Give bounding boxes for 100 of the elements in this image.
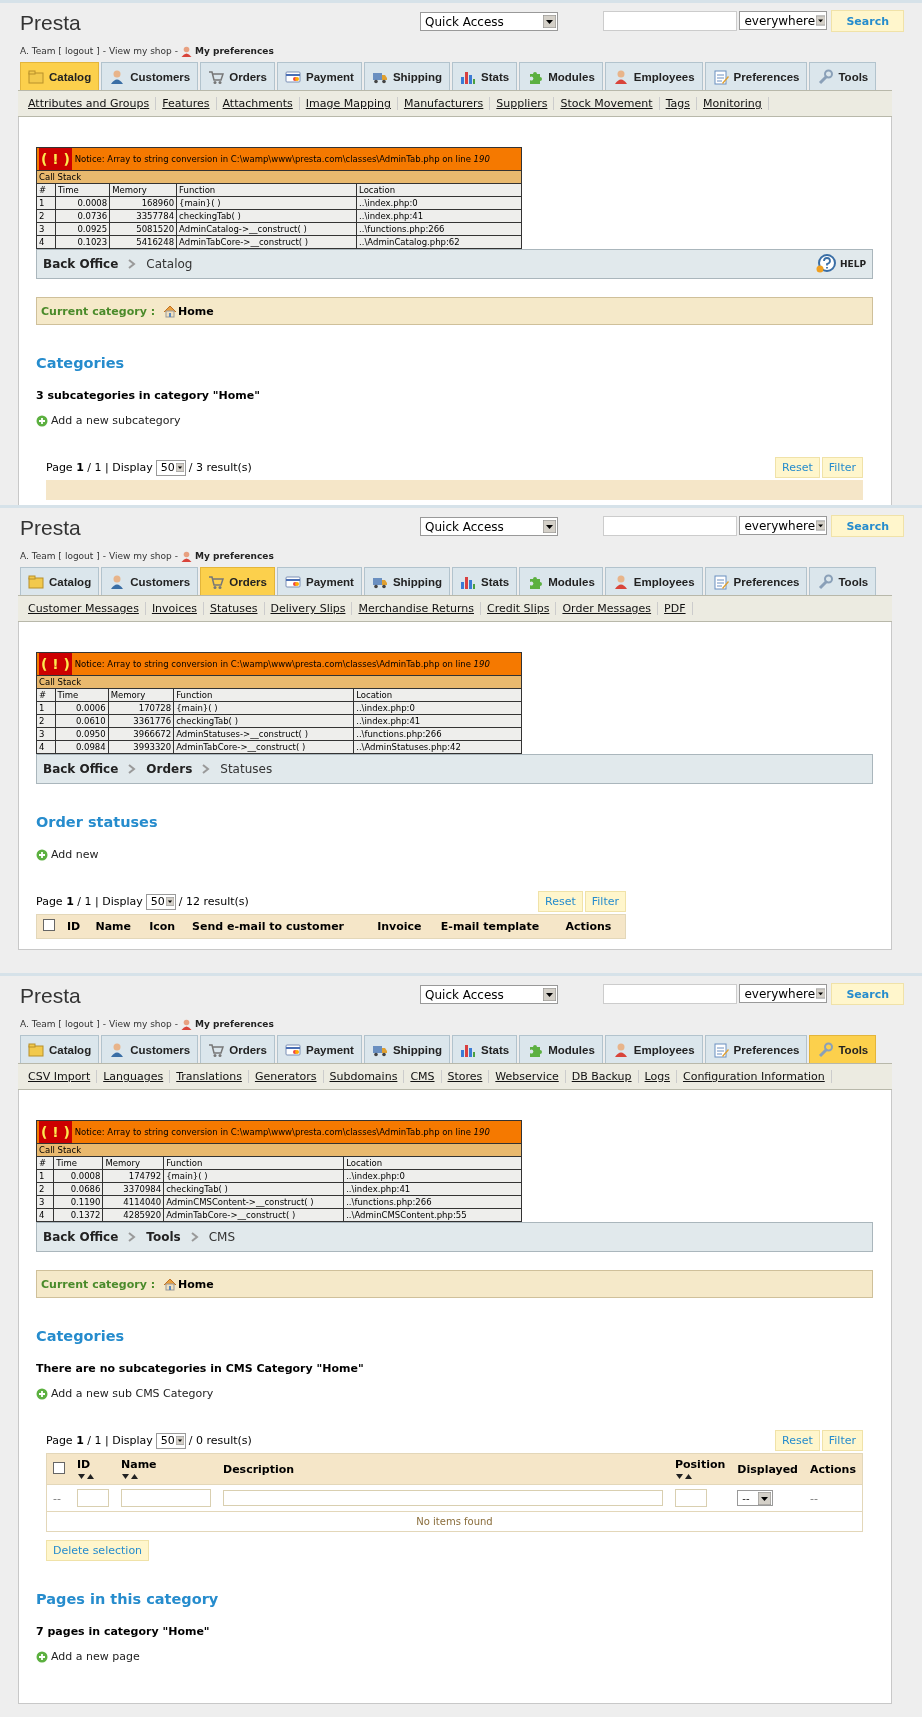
nav-tab[interactable]: Tools — [809, 1035, 877, 1063]
nav-tab[interactable]: Shipping — [363, 567, 451, 595]
nav-tab[interactable]: Orders — [200, 567, 275, 595]
page-size-select[interactable]: 50 — [155, 459, 186, 476]
quick-access-select[interactable]: Quick Access — [420, 985, 558, 1004]
view-shop-link[interactable]: View my shop — [109, 1019, 172, 1029]
nav-tab[interactable]: Orders — [200, 62, 275, 90]
column-header[interactable]: Description — [223, 1462, 295, 1476]
sort-arrows-icon[interactable] — [121, 1473, 141, 1480]
logout-link[interactable]: logout — [64, 46, 94, 56]
subtab-link[interactable]: Image Mapping — [299, 97, 398, 110]
page-size-select[interactable]: 50 — [155, 1432, 186, 1449]
quick-access-select[interactable]: Quick Access — [420, 517, 558, 536]
search-field[interactable] — [602, 11, 738, 31]
logout-link[interactable]: logout — [64, 1019, 94, 1029]
sort-arrows-icon[interactable] — [674, 1473, 695, 1480]
reset-button[interactable]: Reset — [538, 891, 583, 912]
nav-tab[interactable]: Customers — [101, 62, 199, 90]
nav-tab[interactable]: Customers — [101, 1035, 199, 1063]
nav-tab[interactable]: Customers — [101, 567, 199, 595]
subtab-link[interactable]: Translations — [170, 1070, 249, 1083]
nav-tab[interactable]: Employees — [604, 567, 703, 595]
subtab-link[interactable]: Delivery Slips — [264, 602, 353, 615]
subtab-link[interactable]: CSV Import — [22, 1070, 98, 1083]
subtab-link[interactable]: Tags — [659, 97, 697, 110]
sort-arrows-icon[interactable] — [77, 1473, 97, 1480]
subtab-link[interactable]: Attributes and Groups — [22, 97, 157, 110]
subtab-link[interactable]: Customer Messages — [22, 602, 146, 615]
dropdown-arrow-icon[interactable] — [542, 15, 556, 28]
preferences-link[interactable]: My preferences — [195, 1019, 274, 1029]
view-shop-link[interactable]: View my shop — [109, 551, 172, 561]
subtab-link[interactable]: Monitoring — [697, 97, 769, 110]
nav-tab[interactable]: Stats — [452, 62, 518, 90]
subtab-link[interactable]: Merchandise Returns — [352, 602, 481, 615]
nav-tab[interactable]: Stats — [452, 567, 518, 595]
subtab-link[interactable]: Manufacturers — [397, 97, 491, 110]
nav-tab[interactable]: Payment — [276, 62, 362, 90]
subtab-link[interactable]: Statuses — [203, 602, 265, 615]
add-link[interactable]: Add a new subcategory — [51, 414, 181, 427]
subtab-link[interactable]: Features — [156, 97, 217, 110]
filter-button[interactable]: Filter — [584, 891, 626, 912]
dropdown-arrow-icon[interactable] — [758, 1491, 772, 1505]
search-scope-select[interactable]: everywhere — [739, 516, 828, 535]
subtab-link[interactable]: PDF — [658, 602, 693, 615]
subtab-link[interactable]: DB Backup — [565, 1070, 639, 1083]
subtab-link[interactable]: Attachments — [216, 97, 300, 110]
breadcrumb-item[interactable]: Back Office — [43, 1230, 119, 1244]
nav-tab[interactable]: Catalog — [20, 567, 100, 595]
nav-tab[interactable]: Shipping — [363, 62, 451, 90]
dropdown-arrow-icon[interactable] — [816, 519, 826, 532]
help-link[interactable]: HELP — [840, 259, 866, 269]
subtab-link[interactable]: CMS — [404, 1070, 442, 1083]
subtab-link[interactable]: Languages — [97, 1070, 171, 1083]
subtab-link[interactable]: Order Messages — [556, 602, 659, 615]
preferences-link[interactable]: My preferences — [195, 46, 274, 56]
column-header[interactable]: Name — [121, 1458, 157, 1471]
nav-tab[interactable]: Tools — [809, 567, 877, 595]
nav-tab[interactable]: Payment — [276, 1035, 362, 1063]
subtab-link[interactable]: Stock Movement — [554, 97, 660, 110]
nav-tab[interactable]: Modules — [519, 567, 603, 595]
nav-tab[interactable]: Preferences — [704, 62, 808, 90]
column-header[interactable]: ID — [77, 1458, 91, 1471]
nav-tab[interactable]: Orders — [200, 1035, 275, 1063]
help-icon[interactable] — [816, 254, 836, 274]
dropdown-arrow-icon[interactable] — [542, 988, 556, 1001]
add-link[interactable]: Add a new page — [51, 1650, 140, 1663]
subtab-link[interactable]: Invoices — [145, 602, 204, 615]
filter-field[interactable] — [223, 1490, 663, 1506]
select-all-checkbox[interactable] — [43, 919, 55, 931]
subtab-link[interactable]: Suppliers — [490, 97, 555, 110]
nav-tab[interactable]: Shipping — [363, 1035, 451, 1063]
nav-tab[interactable]: Employees — [604, 1035, 703, 1063]
search-field[interactable] — [602, 516, 738, 536]
nav-tab[interactable]: Catalog — [20, 62, 100, 90]
search-scope-select[interactable]: everywhere — [739, 984, 828, 1003]
filter-button[interactable]: Filter — [821, 1430, 863, 1451]
subtab-link[interactable]: Stores — [441, 1070, 490, 1083]
quick-access-select[interactable]: Quick Access — [420, 12, 558, 31]
filter-button[interactable]: Filter — [821, 457, 863, 478]
preferences-link[interactable]: My preferences — [195, 551, 274, 561]
subtab-link[interactable]: Credit Slips — [481, 602, 557, 615]
delete-selection-button[interactable]: Delete selection — [46, 1540, 150, 1561]
nav-tab[interactable]: Catalog — [20, 1035, 100, 1063]
filter-select[interactable]: -- — [737, 1490, 774, 1506]
nav-tab[interactable]: Preferences — [704, 1035, 808, 1063]
nav-tab[interactable]: Payment — [276, 567, 362, 595]
nav-tab[interactable]: Modules — [519, 62, 603, 90]
subtab-link[interactable]: Logs — [638, 1070, 677, 1083]
dropdown-arrow-icon[interactable] — [816, 14, 826, 27]
nav-tab[interactable]: Modules — [519, 1035, 603, 1063]
breadcrumb-item[interactable]: Back Office — [43, 762, 119, 776]
filter-field[interactable] — [121, 1489, 211, 1507]
filter-field[interactable] — [674, 1489, 707, 1507]
nav-tab[interactable]: Employees — [604, 62, 703, 90]
breadcrumb-item[interactable]: Orders — [146, 762, 193, 776]
nav-tab[interactable]: Tools — [809, 62, 877, 90]
subtab-link[interactable]: Webservice — [489, 1070, 566, 1083]
select-all-checkbox[interactable] — [53, 1461, 65, 1474]
subtab-link[interactable]: Subdomains — [323, 1070, 405, 1083]
search-scope-select[interactable]: everywhere — [739, 11, 828, 30]
